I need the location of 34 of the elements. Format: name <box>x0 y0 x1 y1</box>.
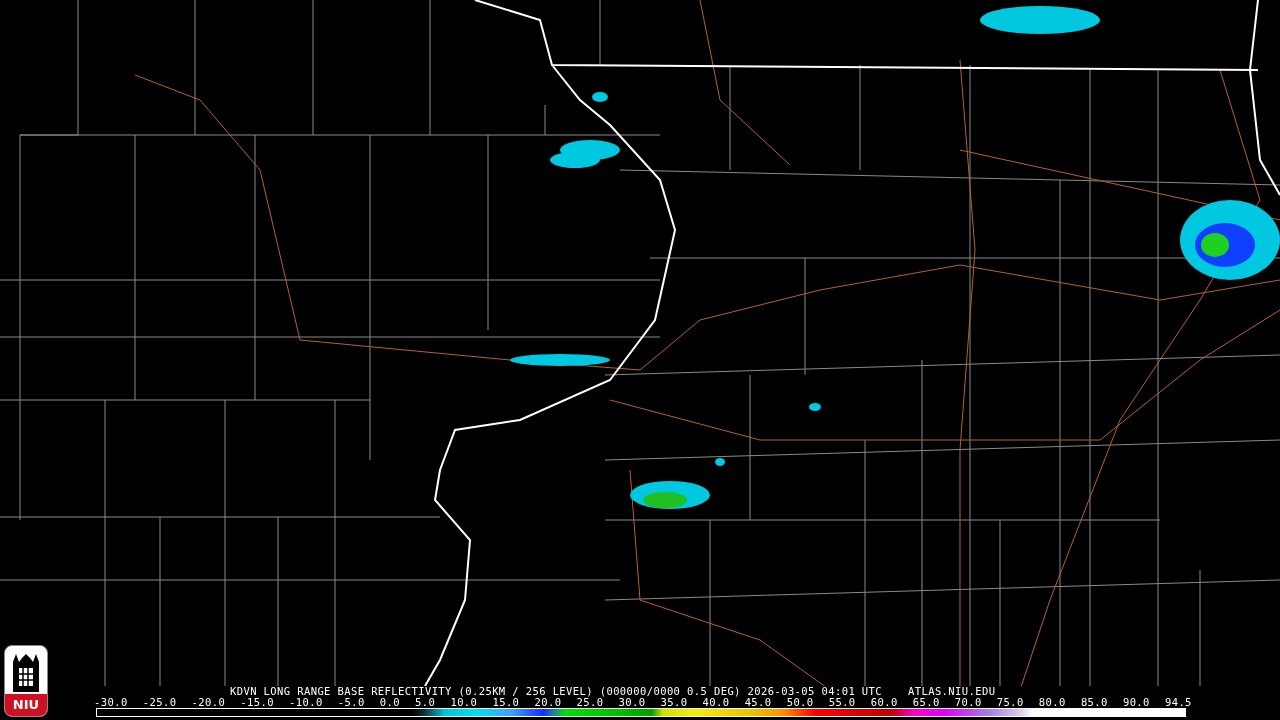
scale-label: -5.0 <box>337 697 365 708</box>
scale-label: 70.0 <box>954 697 982 708</box>
source-url: ATLAS.NIU.EDU <box>908 686 996 697</box>
scale-label: 90.0 <box>1122 697 1150 708</box>
radar-echo <box>550 140 620 168</box>
logo-text: NIU <box>5 694 47 716</box>
scale-label: 5.0 <box>415 697 436 708</box>
scale-label: 20.0 <box>534 697 562 708</box>
scale-label: 85.0 <box>1080 697 1108 708</box>
scale-label: 40.0 <box>702 697 730 708</box>
scale-label: 75.0 <box>996 697 1024 708</box>
scale-label: -10.0 <box>289 697 323 708</box>
scale-label: 15.0 <box>492 697 520 708</box>
scale-label: 10.0 <box>450 697 478 708</box>
scale-label: 94.5 <box>1164 697 1192 708</box>
radar-echo <box>715 458 725 466</box>
scale-label: 35.0 <box>660 697 688 708</box>
scale-label: 30.0 <box>618 697 646 708</box>
scale-label: 0.0 <box>379 697 400 708</box>
product-title: KDVN LONG RANGE BASE REFLECTIVITY (0.25KM / 256 LEVEL) (000000/0000 0.5 DEG) 2026-03-05 04:01 UTC <box>230 686 882 697</box>
scale-label: 25.0 <box>576 697 604 708</box>
scale-label: -30.0 <box>94 697 128 708</box>
scale-label: 50.0 <box>786 697 814 708</box>
scale-label: 80.0 <box>1038 697 1066 708</box>
radar-echo <box>809 403 821 411</box>
scale-label: -20.0 <box>191 697 226 708</box>
radar-echo <box>592 92 608 102</box>
scale-label: -15.0 <box>240 697 274 708</box>
scale-label: 45.0 <box>744 697 772 708</box>
scale-label: 55.0 <box>828 697 856 708</box>
scale-label: 60.0 <box>870 697 898 708</box>
scale-label: -25.0 <box>142 697 177 708</box>
tower-icon <box>11 654 41 692</box>
scale-label: 65.0 <box>912 697 940 708</box>
